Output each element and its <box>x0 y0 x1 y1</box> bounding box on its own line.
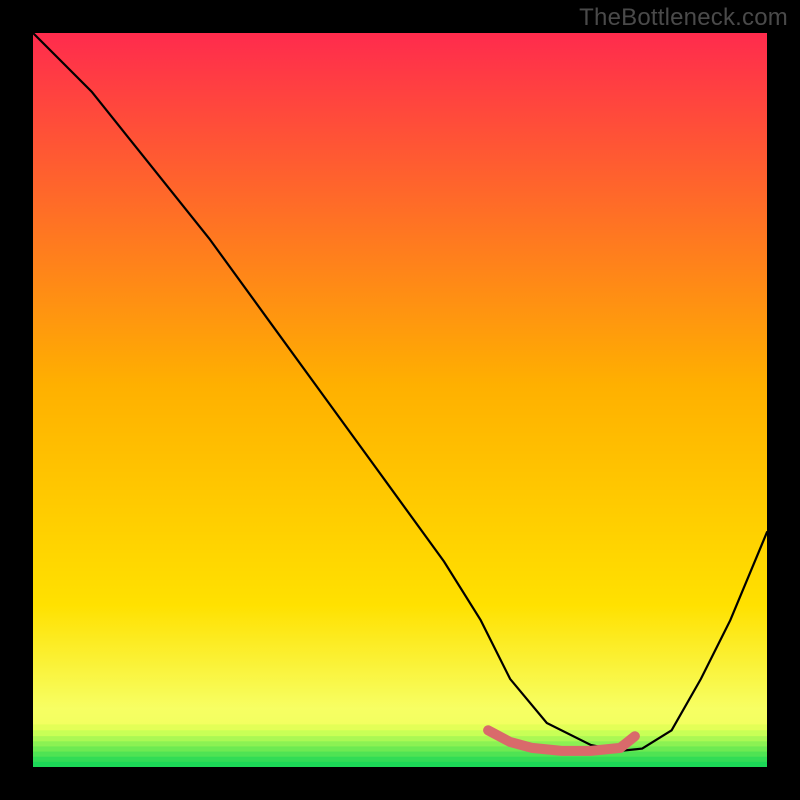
chart-plot-area <box>33 33 767 767</box>
watermark-text: TheBottleneck.com <box>579 4 788 32</box>
green-bands <box>33 724 767 767</box>
chart-svg <box>33 33 767 767</box>
gradient-background <box>33 33 767 767</box>
chart-frame: TheBottleneck.com <box>0 0 800 800</box>
